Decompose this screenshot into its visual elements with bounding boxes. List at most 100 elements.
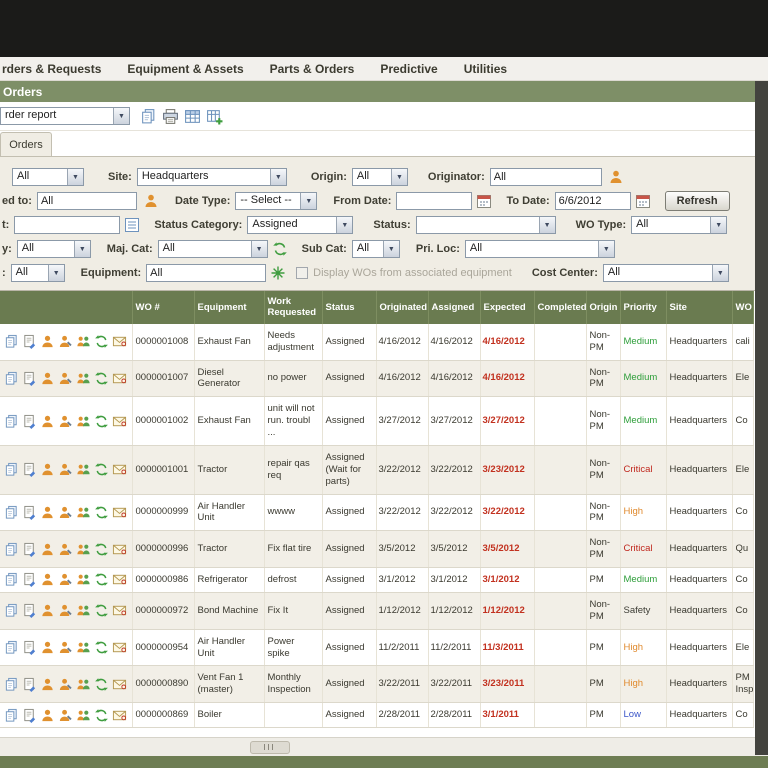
site-select[interactable]: Headquarters xyxy=(137,168,287,186)
column-header[interactable]: Priority xyxy=(620,291,666,324)
person-icon[interactable] xyxy=(40,371,55,386)
assignment-people-icon[interactable] xyxy=(76,414,91,429)
export-grid-icon[interactable] xyxy=(184,108,201,125)
copy-icon[interactable] xyxy=(4,603,19,618)
column-header[interactable]: Origin xyxy=(586,291,620,324)
column-header[interactable]: Site xyxy=(666,291,732,324)
table-row[interactable]: 0000001002Exhaust Fanunit will not run. … xyxy=(0,397,753,446)
menu-item[interactable]: rders & Requests xyxy=(2,62,101,76)
horizontal-scrollbar[interactable] xyxy=(0,737,768,756)
email-icon[interactable] xyxy=(112,603,127,618)
document-details-icon[interactable] xyxy=(22,603,37,618)
cycle-icon[interactable] xyxy=(94,572,109,587)
document-details-icon[interactable] xyxy=(22,572,37,587)
assignment-people-icon[interactable] xyxy=(76,371,91,386)
cycle-icon[interactable] xyxy=(94,542,109,557)
assignment-people-icon[interactable] xyxy=(76,572,91,587)
origin-select[interactable]: All xyxy=(352,168,408,186)
cycle-icon[interactable] xyxy=(94,334,109,349)
column-header[interactable]: Status xyxy=(322,291,376,324)
equipment-lookup-icon[interactable] xyxy=(270,265,286,281)
table-row[interactable]: 0000001007Diesel Generatorno powerAssign… xyxy=(0,360,753,397)
to-date-calendar-icon[interactable] xyxy=(635,193,651,209)
column-header[interactable]: Equipment xyxy=(194,291,264,324)
maj-cat-select[interactable]: All xyxy=(158,240,268,258)
table-row[interactable]: 0000001001Tractorrepair qas reqAssigned … xyxy=(0,445,753,494)
copy-icon[interactable] xyxy=(4,708,19,723)
technician-icon[interactable] xyxy=(58,640,73,655)
column-header[interactable]: Originated xyxy=(376,291,428,324)
person-icon[interactable] xyxy=(40,542,55,557)
assoc-equipment-checkbox[interactable] xyxy=(296,267,308,279)
project-list-icon[interactable] xyxy=(124,217,140,233)
technician-icon[interactable] xyxy=(58,505,73,520)
email-icon[interactable] xyxy=(112,371,127,386)
wo-type-select[interactable]: All xyxy=(631,216,727,234)
menu-item[interactable]: Parts & Orders xyxy=(270,62,355,76)
vertical-scrollbar[interactable] xyxy=(755,81,768,755)
person-icon[interactable] xyxy=(40,414,55,429)
copy-icon[interactable] xyxy=(4,505,19,520)
technician-icon[interactable] xyxy=(58,708,73,723)
column-header[interactable]: Expected xyxy=(480,291,534,324)
table-row[interactable]: 0000000996TractorFix flat tireAssigned3/… xyxy=(0,531,753,568)
copy-icon[interactable] xyxy=(4,462,19,477)
email-icon[interactable] xyxy=(112,640,127,655)
person-icon[interactable] xyxy=(40,334,55,349)
table-row[interactable]: 0000000954Air Handler UnitPower spikeAss… xyxy=(0,629,753,666)
email-icon[interactable] xyxy=(112,677,127,692)
assigned-to-input[interactable] xyxy=(37,192,137,210)
technician-icon[interactable] xyxy=(58,371,73,386)
pri-loc-select[interactable]: All xyxy=(465,240,615,258)
project-input[interactable] xyxy=(14,216,120,234)
person-icon[interactable] xyxy=(40,708,55,723)
cycle-icon[interactable] xyxy=(94,708,109,723)
refresh-button[interactable]: Refresh xyxy=(665,191,730,211)
cycle-icon[interactable] xyxy=(94,462,109,477)
document-details-icon[interactable] xyxy=(22,371,37,386)
document-details-icon[interactable] xyxy=(22,677,37,692)
email-icon[interactable] xyxy=(112,572,127,587)
email-icon[interactable] xyxy=(112,334,127,349)
assignment-people-icon[interactable] xyxy=(76,505,91,520)
equipment-input[interactable] xyxy=(146,264,266,282)
date-type-select[interactable]: -- Select -- xyxy=(235,192,317,210)
cycle-icon[interactable] xyxy=(94,505,109,520)
cycle-icon[interactable] xyxy=(94,640,109,655)
technician-icon[interactable] xyxy=(58,603,73,618)
assigned-to-lookup-icon[interactable] xyxy=(143,193,159,209)
document-details-icon[interactable] xyxy=(22,334,37,349)
table-row[interactable]: 0000000972Bond MachineFix ItAssigned1/12… xyxy=(0,592,753,629)
cycle-icon[interactable] xyxy=(94,414,109,429)
cycle-icon[interactable] xyxy=(94,371,109,386)
menu-item[interactable]: Utilities xyxy=(464,62,507,76)
person-icon[interactable] xyxy=(40,462,55,477)
technician-icon[interactable] xyxy=(58,572,73,587)
technician-icon[interactable] xyxy=(58,414,73,429)
table-row[interactable]: 0000000869BoilerAssigned2/28/20112/28/20… xyxy=(0,703,753,728)
document-details-icon[interactable] xyxy=(22,542,37,557)
column-header[interactable]: Assigned xyxy=(428,291,480,324)
assignment-people-icon[interactable] xyxy=(76,677,91,692)
technician-icon[interactable] xyxy=(58,334,73,349)
document-details-icon[interactable] xyxy=(22,462,37,477)
originator-input[interactable] xyxy=(490,168,602,186)
cost-center-select[interactable]: All xyxy=(603,264,729,282)
maj-cat-refresh-icon[interactable] xyxy=(272,241,288,257)
tab-work-orders[interactable]: Orders xyxy=(0,132,52,156)
email-icon[interactable] xyxy=(112,462,127,477)
copy-icon[interactable] xyxy=(4,542,19,557)
copy-icon[interactable] xyxy=(4,414,19,429)
copy-icon[interactable] xyxy=(4,371,19,386)
print-icon[interactable] xyxy=(162,108,179,125)
assignment-people-icon[interactable] xyxy=(76,708,91,723)
from-date-calendar-icon[interactable] xyxy=(476,193,492,209)
table-row[interactable]: 0000000986RefrigeratordefrostAssigned3/1… xyxy=(0,568,753,593)
assignment-people-icon[interactable] xyxy=(76,542,91,557)
document-details-icon[interactable] xyxy=(22,414,37,429)
person-icon[interactable] xyxy=(40,677,55,692)
copy-icon[interactable] xyxy=(4,334,19,349)
report-select[interactable]: rder report xyxy=(0,107,130,125)
document-details-icon[interactable] xyxy=(22,505,37,520)
assignment-people-icon[interactable] xyxy=(76,462,91,477)
